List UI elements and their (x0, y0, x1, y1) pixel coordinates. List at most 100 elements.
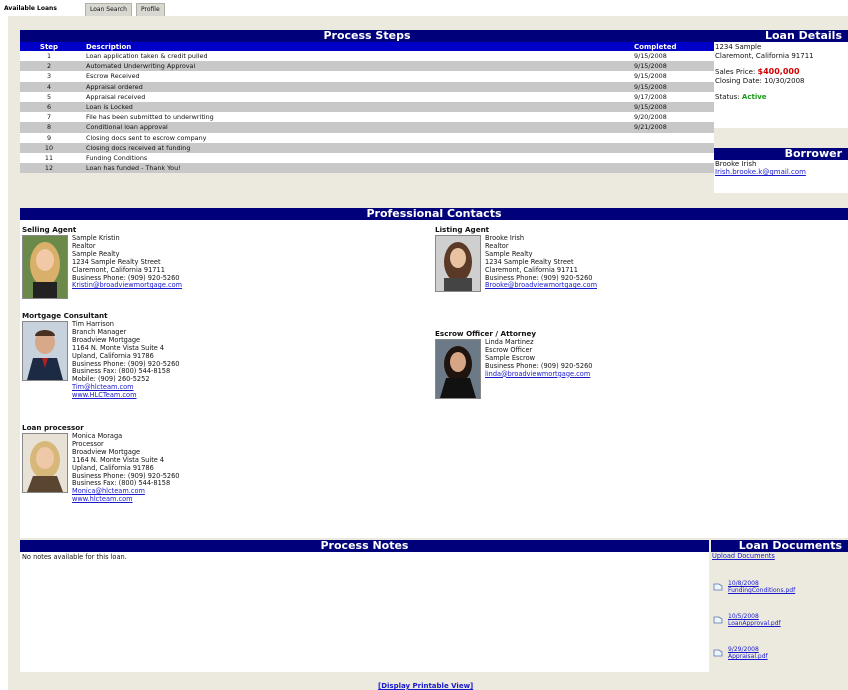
borrower-info-panel: Borrower Information Brooke Irish Irish.… (714, 148, 848, 193)
step-description: Funding Conditions (78, 153, 634, 164)
sales-price-label: Sales Price: (715, 68, 756, 76)
step-number: 7 (20, 112, 78, 123)
tab-available-loans[interactable]: Available Loans (0, 3, 61, 15)
loan-details-body: 1234 Sample Claremont, California 91711 … (714, 42, 848, 128)
loan-processor-details: Monica Moraga Processor Broadview Mortga… (72, 432, 272, 504)
process-step-row: 3 Escrow Received 9/15/2008 (20, 71, 714, 82)
property-address-line1: 1234 Sample (715, 43, 762, 51)
process-step-row: 11 Funding Conditions (20, 153, 714, 164)
borrower-email-link[interactable]: Irish.brooke.k@gmail.com (715, 168, 806, 176)
step-completed-date: 9/15/2008 (634, 61, 714, 72)
process-step-row: 8 Conditional loan approval 9/21/2008 (20, 122, 714, 133)
status-row: Status: Active (715, 93, 848, 102)
status-label: Status: (715, 93, 740, 101)
step-completed-date (634, 132, 714, 143)
step-description: Loan has funded - Thank You! (78, 163, 634, 174)
step-number: 9 (20, 132, 78, 143)
professional-contacts-panel: Professional Contacts Selling Agent Samp… (20, 208, 848, 538)
loan-processor-email-link[interactable]: Monica@hlcteam.com (72, 487, 145, 495)
document-icon (713, 582, 723, 591)
step-description: File has been submitted to underwriting (78, 112, 634, 123)
step-number: 12 (20, 163, 78, 174)
selling-agent-details: Sample Kristin Realtor Sample Realty 123… (72, 234, 272, 290)
printable-view-link[interactable]: [Display Printable View] (378, 682, 473, 690)
step-completed-date: 9/20/2008 (634, 112, 714, 123)
upload-documents-link[interactable]: Upload Documents (712, 552, 848, 560)
process-steps-panel: Process Steps Step Description Completed… (20, 30, 714, 174)
borrower-info-header: Borrower Information (714, 148, 848, 172)
main-frame: Process Steps Step Description Completed… (8, 16, 848, 690)
mortgage-consultant-title: Mortgage Consultant (22, 311, 108, 320)
loan-documents-header: Loan Documents (711, 540, 848, 552)
process-step-row: 12 Loan has funded - Thank You! (20, 163, 714, 174)
process-notes-text: No notes available for this loan. (22, 553, 127, 561)
professional-contacts-header: Professional Contacts (20, 208, 848, 220)
loan-documents-panel: Loan Documents Upload Documents 10/8/200… (711, 540, 848, 672)
loan-processor-title: Loan processor (22, 423, 84, 432)
status-badge: Active (741, 93, 767, 101)
sales-price-value: $400,000 (757, 67, 800, 76)
mortgage-consultant-website-link[interactable]: www.HLCTeam.com (72, 391, 137, 399)
column-header-description: Description (78, 42, 634, 51)
loan-document-link[interactable]: 10/8/2008 FundingConditions.pdf (728, 580, 795, 594)
process-steps-header-row: Step Description Completed (20, 42, 714, 51)
process-step-row: 2 Automated Underwriting Approval 9/15/200… (20, 61, 714, 72)
mortgage-consultant-email-link[interactable]: Tim@hlcteam.com (72, 383, 134, 391)
step-description: Appraisal received (78, 91, 634, 103)
step-number: 8 (20, 122, 78, 133)
escrow-officer-title: Escrow Officer / Attorney (435, 329, 537, 338)
step-completed-date (634, 163, 714, 174)
loan-processor-contact: Loan processor Monica Moraga Processor B… (22, 423, 180, 503)
escrow-officer-contact: Escrow Officer / Attorney Linda Martinez… (435, 329, 593, 399)
tab-loan-search[interactable]: Loan Search (85, 3, 132, 16)
process-steps-table: Step Description Completed 1 Loan applica… (20, 42, 714, 174)
loan-document-file: LoanApproval.pdf (728, 620, 781, 627)
step-completed-date: 9/15/2008 (634, 51, 714, 62)
loan-document-file: Appraisal.pdf (728, 653, 768, 660)
step-number: 3 (20, 71, 78, 82)
step-completed-date: 9/15/2008 (634, 81, 714, 92)
process-step-row: 10 Closing docs received at funding (20, 142, 714, 154)
step-number: 4 (20, 81, 78, 92)
listing-agent-details: Brooke Irish Realtor Sample Realty 1234 … (485, 234, 685, 290)
loan-processor-photo (22, 433, 68, 493)
process-step-row: 7 File has been submitted to underwriting… (20, 112, 714, 123)
step-description: Loan is Locked (78, 102, 634, 113)
step-completed-date: 9/17/2008 (634, 91, 714, 103)
process-step-row: 5 Appraisal received 9/17/2008 (20, 91, 714, 103)
selling-agent-photo (22, 235, 68, 299)
step-description: Closing docs sent to escrow company (78, 132, 634, 143)
selling-agent-contact: Selling Agent Sample Kristin Realtor Sam… (22, 225, 182, 299)
loan-document-date: 10/5/2008 (728, 613, 759, 620)
process-steps-header: Process Steps (20, 30, 714, 42)
listing-agent-name: Brooke Irish (485, 234, 524, 242)
tab-profile[interactable]: Profile (136, 3, 165, 16)
process-notes-panel: Process Notes No notes available for thi… (20, 540, 709, 672)
step-completed-date: 9/21/2008 (634, 122, 714, 133)
listing-agent-photo (435, 235, 481, 292)
process-step-row: 9 Closing docs sent to escrow company (20, 132, 714, 143)
step-description: Appraisal ordered (78, 81, 634, 92)
step-description: Conditional loan approval (78, 122, 634, 133)
escrow-officer-photo (435, 339, 481, 399)
document-icon (713, 615, 723, 624)
selling-agent-email-link[interactable]: Kristin@broadviewmortgage.com (72, 281, 182, 289)
escrow-officer-email-link[interactable]: linda@broadviewmortgage.com (485, 370, 590, 378)
mortgage-consultant-contact: Mortgage Consultant Tim Harrison Branch … (22, 311, 180, 399)
step-completed-date: 9/15/2008 (634, 102, 714, 113)
loan-document-link[interactable]: 9/29/2008 Appraisal.pdf (728, 646, 768, 660)
closing-date: Closing Date: 10/30/2008 (715, 76, 805, 85)
process-step-row: 4 Appraisal ordered 9/15/2008 (20, 81, 714, 92)
step-description: Closing docs received at funding (78, 142, 634, 154)
loan-document-link[interactable]: 10/5/2008 LoanApproval.pdf (728, 613, 781, 627)
escrow-officer-details: Linda Martinez Escrow Officer Sample Esc… (485, 338, 685, 379)
process-step-row: 6 Loan is Locked 9/15/2008 (20, 102, 714, 113)
process-step-row: 1 Loan application taken & credit pulled 9… (20, 51, 714, 62)
loan-details-panel: Loan Details 1234 Sample Claremont, Cali… (714, 30, 848, 128)
column-header-completed: Completed (634, 42, 714, 51)
listing-agent-email-link[interactable]: Brooke@broadviewmortgage.com (485, 281, 597, 289)
loan-processor-website-link[interactable]: www.hlcteam.com (72, 495, 133, 503)
loan-document-date: 10/8/2008 (728, 580, 759, 587)
mortgage-consultant-photo (22, 321, 68, 381)
process-notes-header: Process Notes (20, 540, 709, 552)
